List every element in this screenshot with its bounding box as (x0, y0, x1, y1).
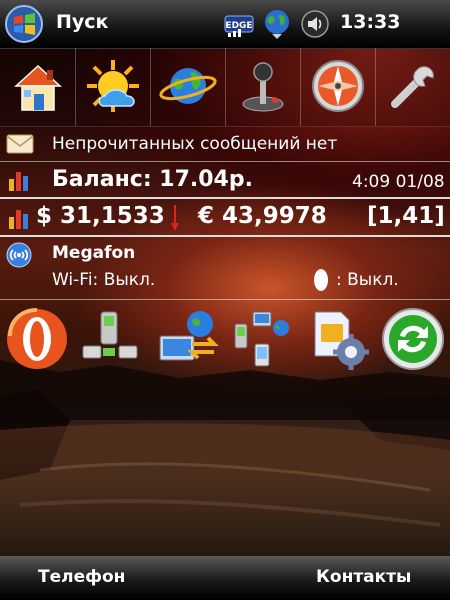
bar-chart-icon (9, 210, 28, 229)
top-taskbar: Пуск EDGE 13:33 (0, 0, 450, 49)
trend-down-arrow-icon (171, 205, 179, 231)
messages-status-text: Непрочитанных сообщений нет (52, 134, 338, 154)
app-shortcut-home[interactable] (0, 48, 76, 126)
app-shortcut-settings[interactable] (375, 48, 450, 126)
devices-network-icon[interactable] (229, 306, 295, 372)
joystick-game-icon (242, 62, 284, 112)
app-shortcuts-row (0, 48, 450, 127)
refresh-sync-icon[interactable] (380, 306, 446, 372)
internet-planet-icon (159, 68, 217, 104)
weather-sun-icon (87, 60, 139, 112)
globe-connection-icon[interactable] (262, 8, 292, 40)
edge-signal-icon[interactable]: EDGE (224, 10, 254, 38)
softkey-bar: Телефон Контакты (0, 556, 450, 600)
clock-time[interactable]: 13:33 (340, 11, 400, 33)
tools-row (0, 302, 450, 380)
envelope-icon (6, 134, 34, 154)
compass-icon (312, 60, 364, 112)
balance-text: Баланс: 17.04р. (52, 167, 253, 192)
app-shortcut-weather[interactable] (75, 48, 151, 126)
usd-rate: $ 31,1533 (36, 203, 165, 229)
balance-row[interactable]: Баланс: 17.04р. 4:09 01/08 (0, 163, 450, 199)
volume-icon[interactable] (300, 9, 330, 39)
eur-usd-ratio: [1,41] (367, 203, 445, 229)
softkey-phone[interactable]: Телефон (38, 567, 125, 587)
eur-rate: € 43,9978 (198, 203, 327, 229)
app-shortcut-games[interactable] (225, 48, 301, 126)
softkey-contacts[interactable]: Контакты (316, 567, 411, 587)
currency-rates-row[interactable]: $ 31,1533 € 43,9978 [1,41] (0, 199, 450, 237)
operator-name: Megafon (52, 243, 136, 263)
wifi-status[interactable]: Wi-Fi: Выкл. (52, 270, 155, 290)
bluetooth-icon[interactable] (313, 268, 329, 292)
app-shortcut-internet[interactable] (150, 48, 226, 126)
sim-settings-icon[interactable] (307, 306, 373, 372)
messages-row[interactable]: Непрочитанных сообщений нет (0, 127, 450, 162)
app-shortcut-compass[interactable] (300, 48, 376, 126)
connectivity-row[interactable]: Megafon Wi-Fi: Выкл. : Выкл. (0, 237, 450, 300)
pc-sync-icon[interactable] (156, 306, 222, 372)
windows-logo-icon[interactable] (4, 4, 44, 44)
balance-datetime: 4:09 01/08 (352, 172, 445, 192)
start-menu-label[interactable]: Пуск (56, 11, 108, 33)
opera-browser-icon[interactable] (4, 306, 70, 372)
wrench-settings-icon (391, 66, 434, 108)
wireless-manager-icon (6, 242, 32, 268)
phone-modem-icon[interactable] (79, 306, 145, 372)
bar-chart-icon (9, 172, 28, 191)
home-icon (14, 64, 62, 111)
bluetooth-status[interactable]: : Выкл. (336, 270, 399, 290)
